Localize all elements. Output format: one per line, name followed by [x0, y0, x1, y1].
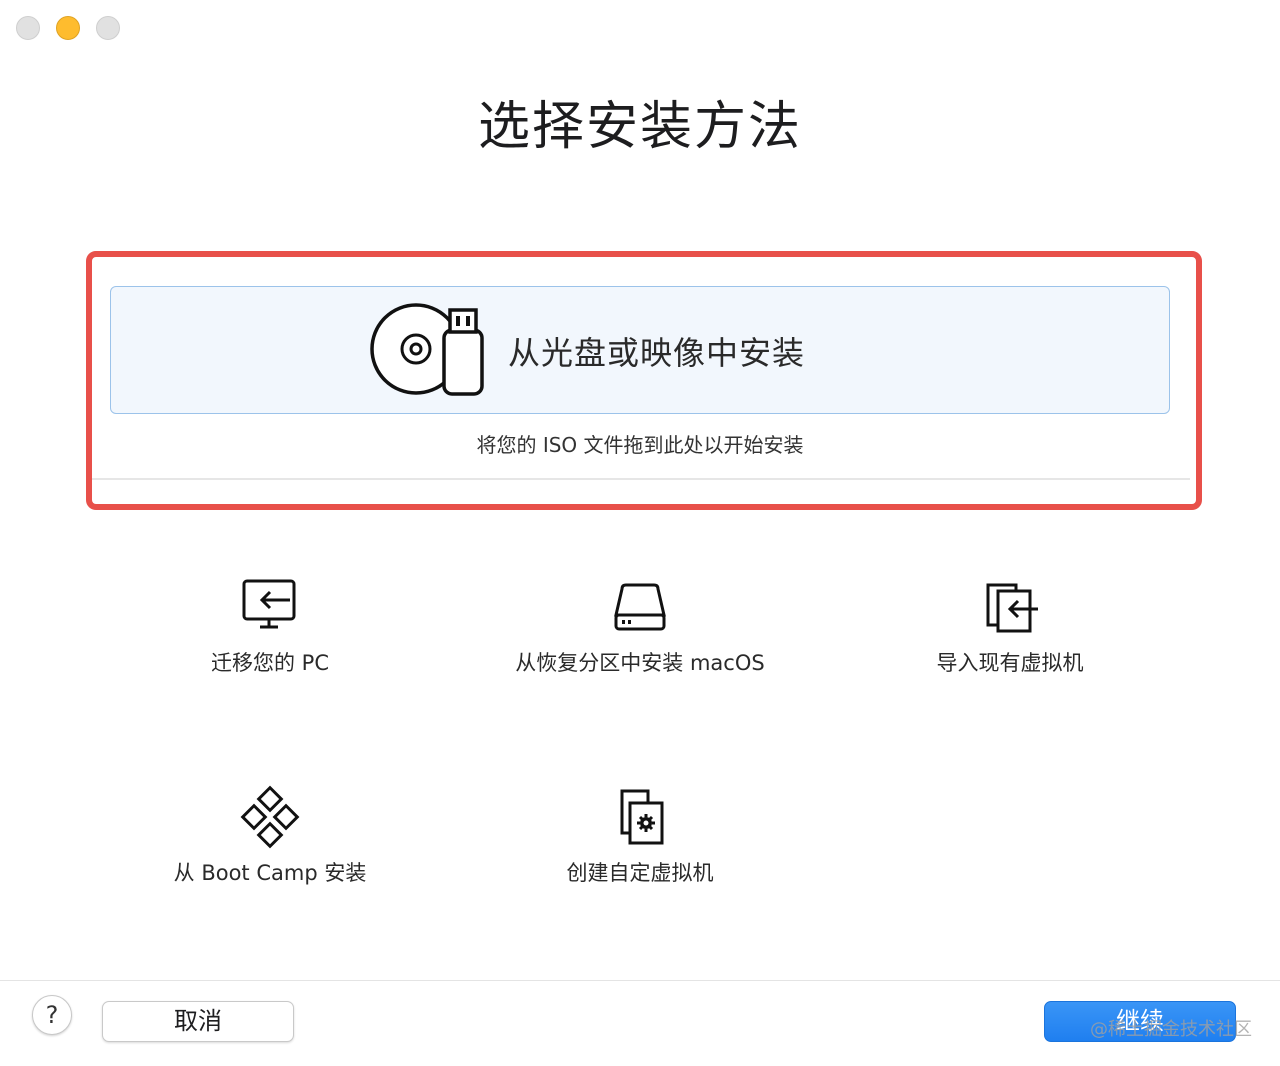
import-vm-label: 导入现有虚拟机 [936, 651, 1084, 675]
help-button[interactable]: ? [32, 995, 72, 1035]
custom-vm-label: 创建自定虚拟机 [566, 861, 714, 885]
import-vm-icon [986, 581, 1038, 633]
migrate-pc-icon [242, 579, 296, 629]
divider [92, 478, 1190, 480]
close-window-button[interactable] [16, 16, 40, 40]
watermark: @稀土掘金技术社区 [1090, 1019, 1252, 1040]
migrate-pc-label: 迁移您的 PC [210, 651, 329, 675]
minimize-window-button[interactable] [56, 16, 80, 40]
footer-divider [0, 980, 1280, 981]
custom-vm-option[interactable]: 创建自定虚拟机 [450, 785, 830, 915]
bootcamp-icon [240, 785, 300, 849]
recovery-install-label: 从恢复分区中安装 macOS [515, 651, 765, 675]
recovery-install-option[interactable]: 从恢复分区中安装 macOS [450, 575, 830, 705]
bootcamp-label: 从 Boot Camp 安装 [173, 861, 367, 885]
migrate-pc-option[interactable]: 迁移您的 PC [80, 575, 460, 705]
cancel-button[interactable]: 取消 [102, 1001, 294, 1042]
iso-drop-hint: 将您的 ISO 文件拖到此处以开始安装 [476, 433, 804, 457]
zoom-window-button[interactable] [96, 16, 120, 40]
recovery-disk-icon [614, 583, 666, 631]
custom-vm-icon [620, 789, 664, 845]
install-method-window: 选择安装方法 从光盘或映像中安装 将您的 ISO 文件拖到此处以开始安装 迁移您… [0, 0, 1280, 1066]
import-vm-option[interactable]: 导入现有虚拟机 [820, 575, 1200, 705]
page-title: 选择安装方法 [477, 97, 802, 157]
install-from-disc-label: 从光盘或映像中安装 [508, 334, 806, 372]
bootcamp-option[interactable]: 从 Boot Camp 安装 [80, 785, 460, 915]
disc-usb-icon [370, 303, 484, 396]
